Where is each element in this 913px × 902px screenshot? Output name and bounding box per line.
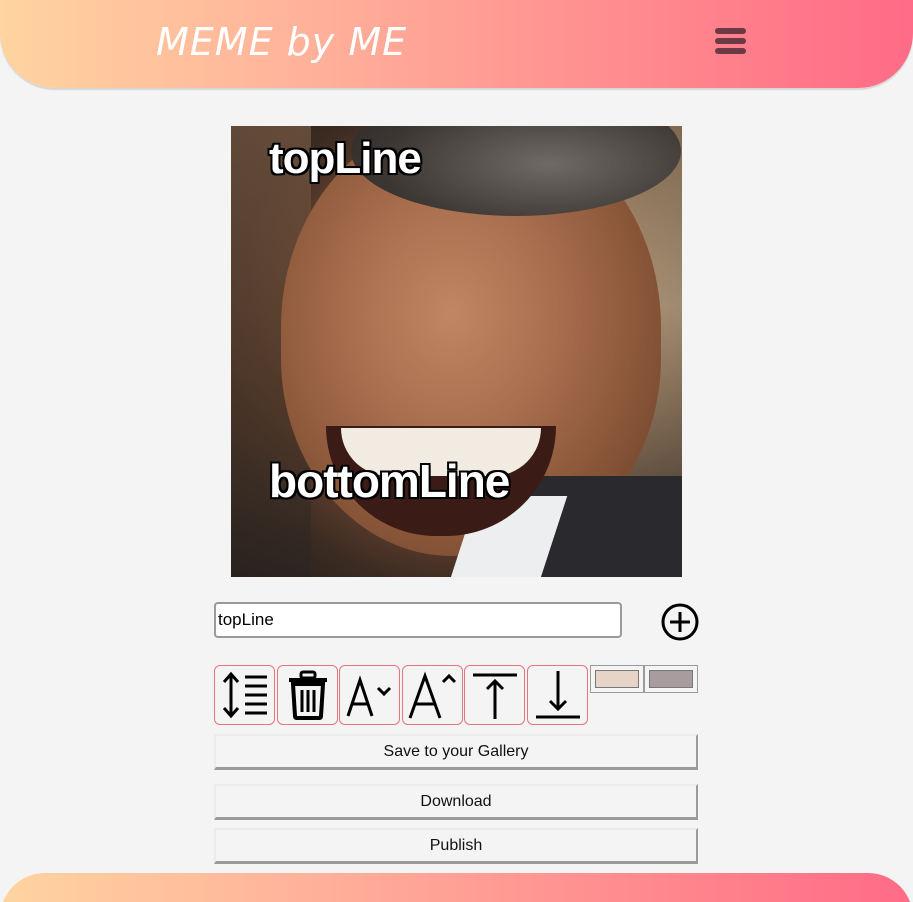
line-height-icon	[222, 671, 267, 719]
meme-canvas[interactable]: topLine bottomLine	[231, 126, 682, 577]
switch-line-button[interactable]	[214, 665, 275, 725]
logo[interactable]: MEME by ME	[156, 20, 407, 64]
fill-color-fill	[649, 670, 693, 688]
page: MEME by ME topLine bottomLine topLine Sa…	[0, 0, 913, 902]
font-decrease-icon	[346, 675, 391, 717]
hamburger-menu-icon[interactable]	[715, 28, 747, 58]
plus-circle-icon[interactable]	[661, 603, 699, 641]
download-button[interactable]: Download	[214, 784, 698, 820]
header-bar: MEME by ME	[0, 0, 913, 88]
fill-color-picker[interactable]	[644, 665, 698, 693]
font-increase-icon	[408, 671, 456, 719]
stroke-color-picker[interactable]	[590, 665, 644, 693]
stroke-color-fill	[595, 670, 639, 688]
align-bottom-icon	[535, 671, 580, 719]
trash-icon	[288, 670, 327, 720]
decrease-font-button[interactable]	[339, 665, 400, 725]
footer-bar	[0, 873, 913, 902]
meme-bottom-line[interactable]: bottomLine	[269, 454, 510, 508]
publish-button[interactable]: Publish	[214, 828, 698, 864]
move-up-button[interactable]	[464, 665, 525, 725]
delete-line-button[interactable]	[277, 665, 338, 725]
meme-text-input[interactable]	[214, 602, 622, 638]
save-to-gallery-button[interactable]: Save to your Gallery	[214, 734, 698, 770]
move-down-button[interactable]	[527, 665, 588, 725]
align-top-icon	[472, 673, 517, 719]
increase-font-button[interactable]	[402, 665, 463, 725]
meme-top-line[interactable]: topLine	[269, 134, 422, 184]
